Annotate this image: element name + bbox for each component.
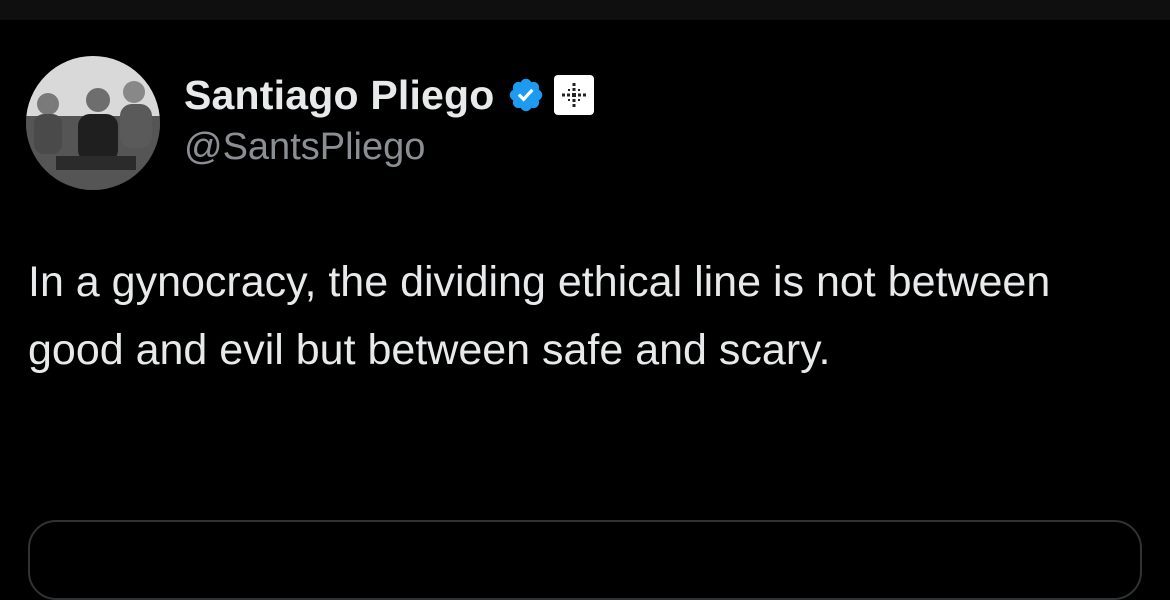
tweet-text: In a gynocracy, the dividing ethical lin… (28, 258, 1051, 374)
author-name-row: Santiago Pliego (184, 70, 594, 120)
top-strip (0, 0, 1170, 20)
affiliate-badge-icon (553, 75, 594, 115)
tweet-card-preview[interactable] (28, 520, 1142, 600)
author-handle[interactable]: @SantsPliego (184, 126, 594, 169)
verified-badge-icon (507, 76, 545, 114)
author-info: Santiago Pliego @SantsPliego (184, 70, 594, 169)
author-avatar[interactable] (26, 56, 160, 190)
author-display-name[interactable]: Santiago Pliego (184, 72, 495, 119)
avatar-photo (26, 56, 160, 190)
